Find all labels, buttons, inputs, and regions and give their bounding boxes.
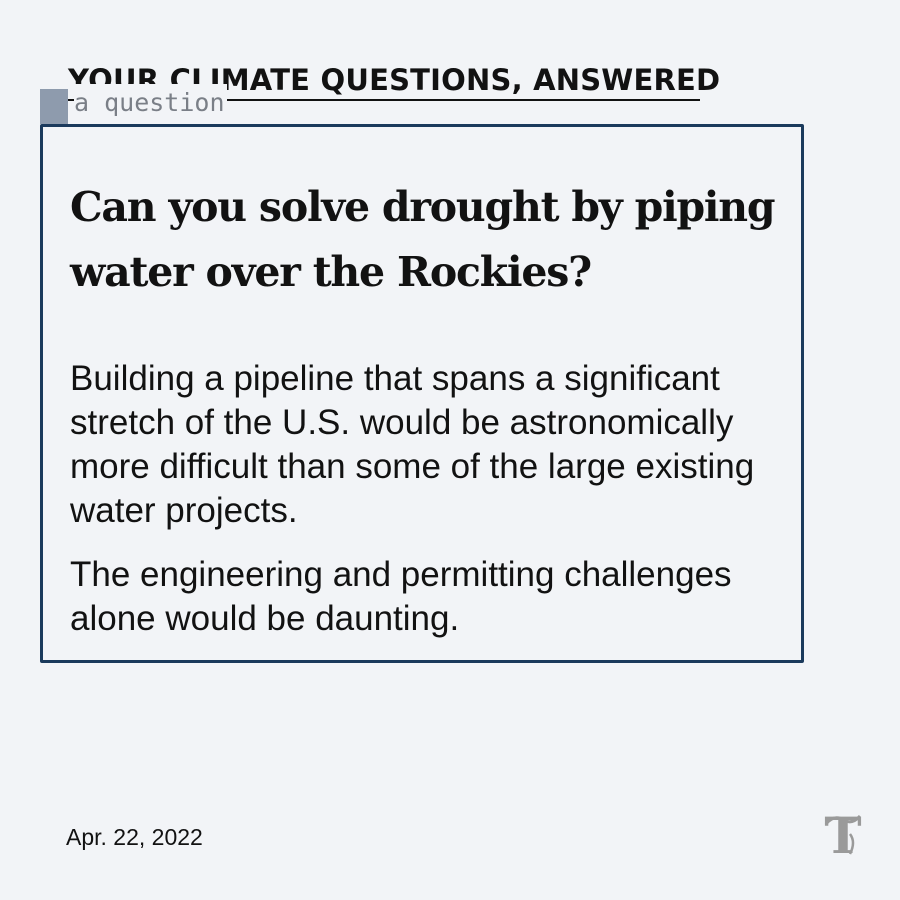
answer-paragraph-2: The engineering and permitting challenge… [70,555,732,638]
question-tag: a question [74,84,227,122]
question-card: Can you solve drought by piping water ov… [40,124,804,663]
question-headline: Can you solve drought by piping water ov… [70,183,776,296]
nyt-t-logo-icon: T [824,808,861,864]
answer-paragraph-1: Building a pipeline that spans a signifi… [70,359,755,530]
tag-marker [40,89,68,124]
publish-date: Apr. 22, 2022 [66,824,203,850]
svg-text:T: T [824,808,861,864]
